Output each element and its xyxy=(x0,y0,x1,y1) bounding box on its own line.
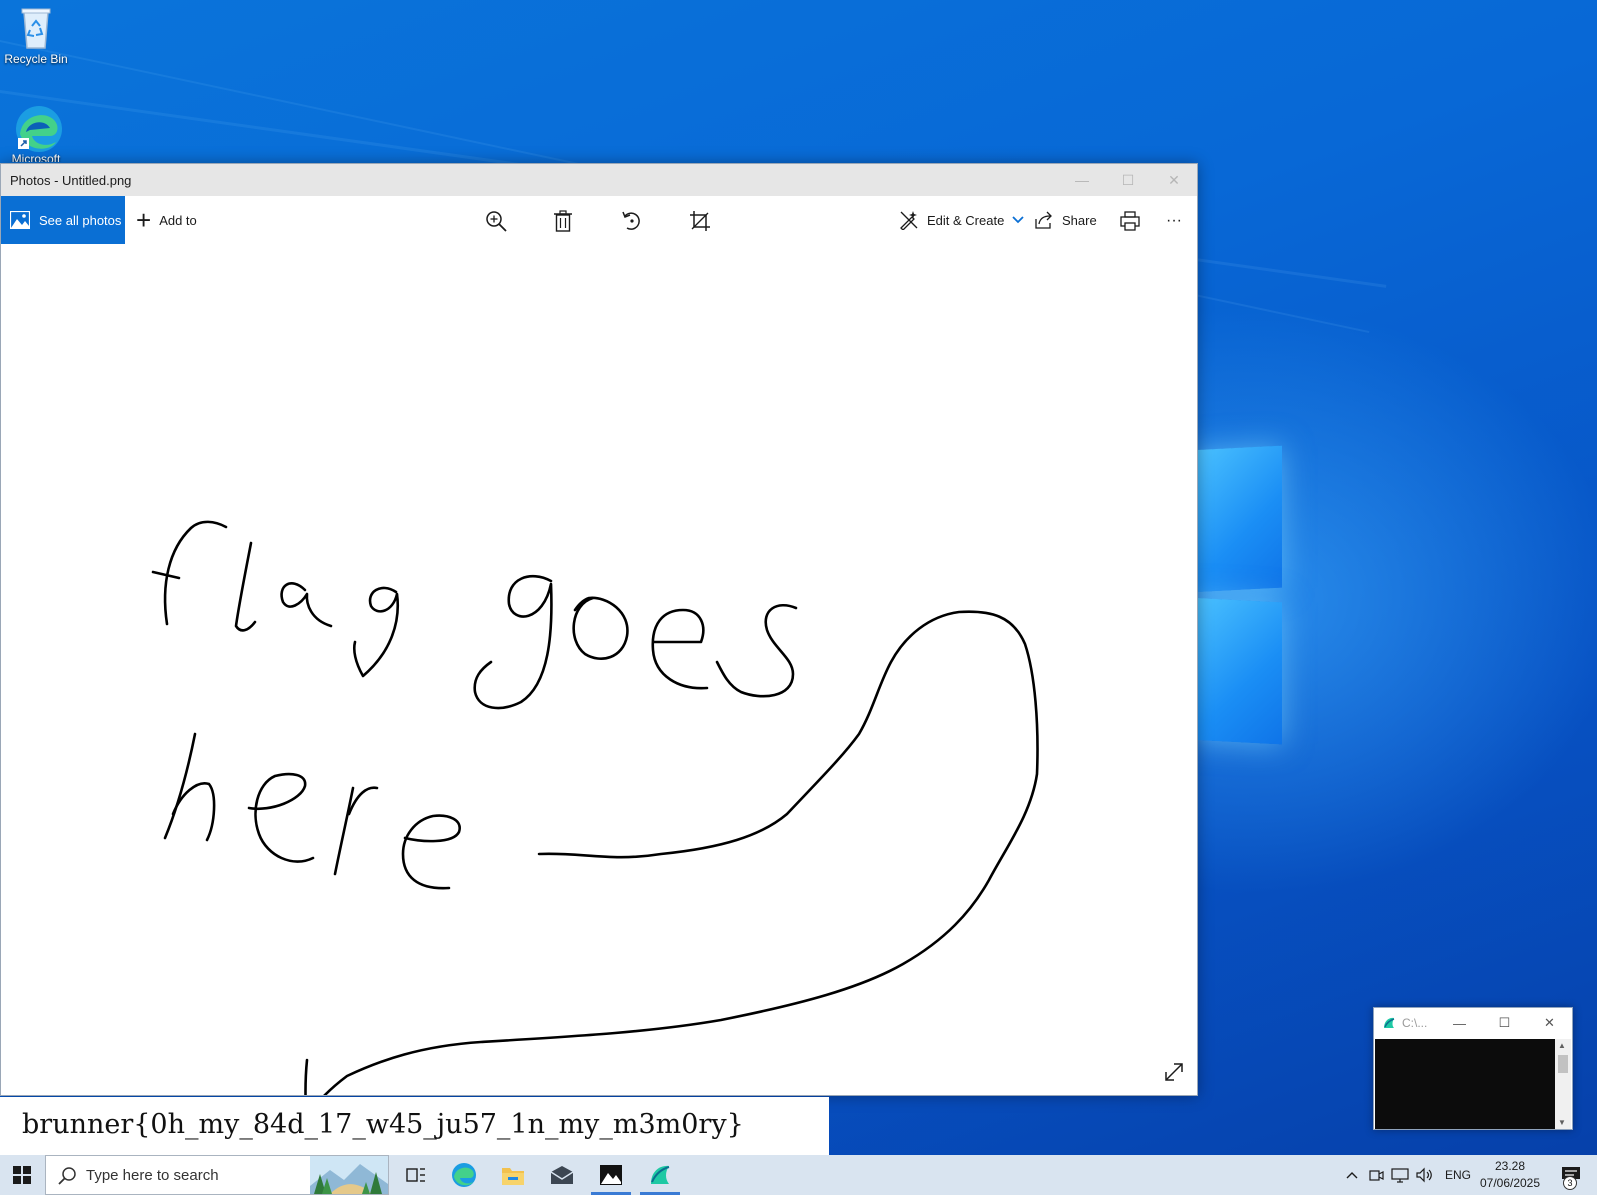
app-icon xyxy=(1384,1017,1395,1028)
task-view-button[interactable] xyxy=(392,1155,440,1195)
desktop-icon-recycle-bin[interactable]: Recycle Bin xyxy=(0,4,72,66)
photos-window: Photos - Untitled.png — ☐ ✕ See all phot… xyxy=(0,163,1198,1122)
image-canvas[interactable] xyxy=(1,244,1197,1122)
taskbar-photos[interactable] xyxy=(587,1155,635,1195)
tray-volume[interactable] xyxy=(1413,1155,1437,1195)
desktop-icon-edge[interactable]: Microsoft xyxy=(0,104,72,162)
printer-icon xyxy=(1120,211,1140,231)
photos-icon xyxy=(600,1165,622,1185)
edge-icon xyxy=(14,104,62,152)
taskbar-console-app[interactable] xyxy=(636,1155,684,1195)
more-options-button[interactable]: ··· xyxy=(1161,208,1187,234)
edit-create-label: Edit & Create xyxy=(927,212,1005,228)
scroll-up-icon[interactable]: ▲ xyxy=(1558,1041,1566,1050)
taskbar-mail[interactable] xyxy=(538,1155,586,1195)
see-all-photos-button[interactable]: See all photos xyxy=(1,196,125,244)
mini-close-button[interactable]: ✕ xyxy=(1527,1008,1572,1038)
photos-toolbar: See all photos + Add to Edit & Create Sh… xyxy=(1,196,1197,244)
mini-window-title: C:\... xyxy=(1402,1016,1428,1030)
add-to-label: Add to xyxy=(159,212,197,228)
zoom-in-icon xyxy=(486,211,507,232)
taskbar-search-box[interactable]: Type here to search xyxy=(45,1155,389,1195)
console-scrollbar[interactable]: ▲ ▼ xyxy=(1555,1039,1571,1129)
camera-icon xyxy=(1369,1170,1384,1181)
recycle-bin-icon xyxy=(14,4,58,49)
scroll-thumb[interactable] xyxy=(1558,1055,1568,1073)
print-button[interactable] xyxy=(1117,208,1143,234)
notification-count-badge: 3 xyxy=(1563,1176,1577,1190)
handwritten-image xyxy=(151,520,1039,1122)
add-to-button[interactable]: + Add to xyxy=(136,196,197,244)
task-view-icon xyxy=(406,1168,425,1182)
windows-start-icon xyxy=(13,1166,31,1184)
scroll-down-icon[interactable]: ▼ xyxy=(1558,1118,1566,1127)
clock-date: 07/06/2025 xyxy=(1479,1176,1541,1190)
taskbar: Type here to search ENG 23.28 07/06/2025… xyxy=(0,1155,1597,1195)
edge-icon xyxy=(452,1163,476,1187)
crop-button[interactable] xyxy=(687,208,713,234)
more-options-icon: ··· xyxy=(1166,212,1182,229)
rotate-icon xyxy=(622,211,640,230)
taskbar-file-explorer[interactable] xyxy=(489,1155,537,1195)
clock-time: 23.28 xyxy=(1494,1159,1526,1173)
tray-network[interactable] xyxy=(1388,1155,1412,1195)
share-icon xyxy=(1035,211,1052,229)
close-button[interactable]: ✕ xyxy=(1151,164,1197,196)
mini-title-bar[interactable]: C:\... — ☐ ✕ xyxy=(1374,1008,1572,1038)
mini-minimize-button[interactable]: — xyxy=(1437,1008,1482,1038)
search-highlight-illustration-icon xyxy=(310,1156,388,1194)
full-screen-button[interactable] xyxy=(1163,1061,1185,1083)
show-hidden-icons-button[interactable] xyxy=(1340,1155,1364,1195)
taskbar-edge[interactable] xyxy=(440,1155,488,1195)
photo-gallery-icon xyxy=(10,211,30,229)
search-icon xyxy=(58,1167,76,1185)
mini-maximize-button[interactable]: ☐ xyxy=(1482,1008,1527,1038)
crop-icon xyxy=(690,211,710,231)
volume-icon xyxy=(1416,1167,1432,1183)
chevron-up-icon xyxy=(1346,1172,1358,1179)
edit-create-icon xyxy=(900,211,918,230)
title-bar[interactable]: Photos - Untitled.png — ☐ ✕ xyxy=(1,164,1197,196)
mini-console-window: C:\... — ☐ ✕ ▲ ▼ xyxy=(1373,1007,1573,1130)
minimize-button[interactable]: — xyxy=(1059,164,1105,196)
mail-icon xyxy=(550,1166,574,1184)
zoom-in-button[interactable] xyxy=(483,208,509,234)
trash-icon xyxy=(554,210,572,232)
edit-create-button[interactable]: Edit & Create xyxy=(899,196,1024,244)
app-icon xyxy=(651,1165,670,1184)
start-button[interactable] xyxy=(0,1155,44,1195)
console-output[interactable] xyxy=(1375,1039,1555,1129)
window-title: Photos - Untitled.png xyxy=(10,173,132,188)
flag-text: brunner{0h_my_84d_17_w45_ju57_1n_my_m3m0… xyxy=(22,1109,744,1140)
maximize-button[interactable]: ☐ xyxy=(1105,164,1151,196)
folder-icon xyxy=(502,1168,524,1185)
chevron-down-icon xyxy=(1012,216,1024,224)
delete-button[interactable] xyxy=(550,208,576,234)
plus-icon: + xyxy=(136,205,152,235)
tray-meet-now[interactable] xyxy=(1365,1155,1387,1195)
share-label: Share xyxy=(1062,212,1097,228)
share-button[interactable]: Share xyxy=(1035,196,1097,244)
see-all-photos-label: See all photos xyxy=(39,212,122,228)
search-placeholder: Type here to search xyxy=(86,1167,219,1184)
network-icon xyxy=(1391,1168,1409,1183)
expand-icon xyxy=(1165,1063,1183,1081)
flag-text-panel: brunner{0h_my_84d_17_w45_ju57_1n_my_m3m0… xyxy=(0,1097,829,1155)
rotate-button[interactable] xyxy=(619,208,645,234)
clock[interactable]: 23.28 07/06/2025 xyxy=(1470,1158,1550,1192)
recycle-bin-label: Recycle Bin xyxy=(4,52,68,66)
